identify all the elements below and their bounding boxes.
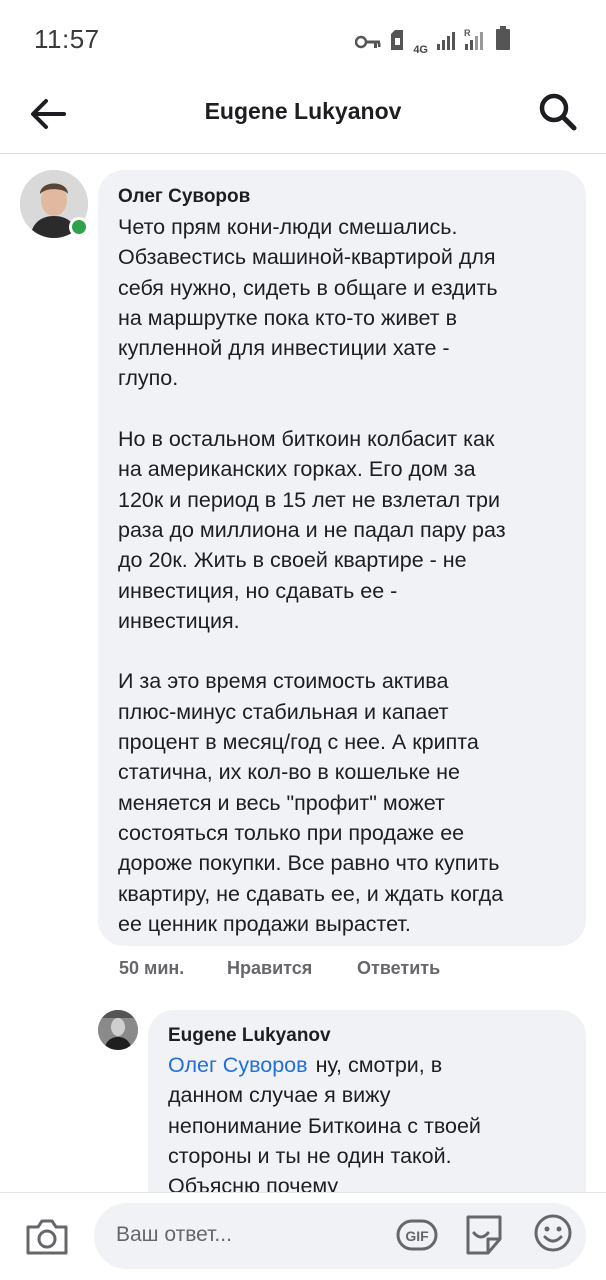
page-title: Eugene Lukyanov bbox=[204, 98, 402, 124]
comment-bubble: Олег Суворов Чето прям кони-люди смешали… bbox=[98, 170, 586, 946]
header: Eugene Lukyanov bbox=[0, 80, 606, 154]
reply-composer: Ваш ответ... GIF bbox=[0, 1192, 606, 1280]
gif-icon[interactable]: GIF bbox=[396, 1214, 438, 1256]
sticker-icon[interactable] bbox=[462, 1211, 506, 1257]
key-icon bbox=[355, 34, 381, 55]
online-indicator bbox=[69, 217, 89, 237]
comment-timestamp[interactable]: 50 мин. bbox=[119, 958, 227, 979]
comment-text: Чето прям кони-люди смешались. Обзавести… bbox=[118, 212, 566, 939]
status-icons: 4G R bbox=[355, 26, 510, 56]
like-button[interactable]: Нравится bbox=[227, 958, 357, 979]
reply-avatar[interactable] bbox=[98, 1010, 138, 1050]
mention-link[interactable]: Олег Суворов bbox=[168, 1053, 308, 1077]
sim-card-icon bbox=[389, 30, 405, 55]
roaming-signal-icon: R bbox=[464, 28, 488, 55]
camera-icon[interactable] bbox=[24, 1217, 70, 1257]
comment-author[interactable]: Олег Суворов bbox=[118, 182, 566, 212]
svg-text:GIF: GIF bbox=[405, 1228, 429, 1244]
comment-paragraph: И за это время стоимость актива плюс-мин… bbox=[118, 669, 504, 936]
comment-paragraph: Но в остальном биткоин колбасит как на а… bbox=[118, 427, 506, 633]
status-time: 11:57 bbox=[34, 24, 100, 54]
status-bar: 11:57 4G R bbox=[0, 0, 606, 80]
reply-text: Олег Суворов ну, смотри, в данном случае … bbox=[168, 1053, 481, 1199]
reply-input-placeholder: Ваш ответ... bbox=[116, 1223, 232, 1246]
reply-input[interactable]: Ваш ответ... GIF bbox=[94, 1203, 586, 1269]
comment-paragraph: Чето прям кони-люди смешались. Обзавести… bbox=[118, 215, 498, 391]
battery-icon bbox=[496, 26, 510, 55]
network-type-label: 4G bbox=[413, 44, 428, 56]
reply-button[interactable]: Ответить bbox=[357, 958, 440, 979]
svg-text:R: R bbox=[464, 28, 471, 38]
signal-icon bbox=[436, 30, 456, 55]
search-icon[interactable] bbox=[536, 90, 580, 134]
comment-actions: 50 мин. Нравится Ответить bbox=[119, 958, 440, 979]
emoji-icon[interactable] bbox=[532, 1212, 574, 1254]
reply-author[interactable]: Eugene Lukyanov bbox=[168, 1022, 566, 1050]
